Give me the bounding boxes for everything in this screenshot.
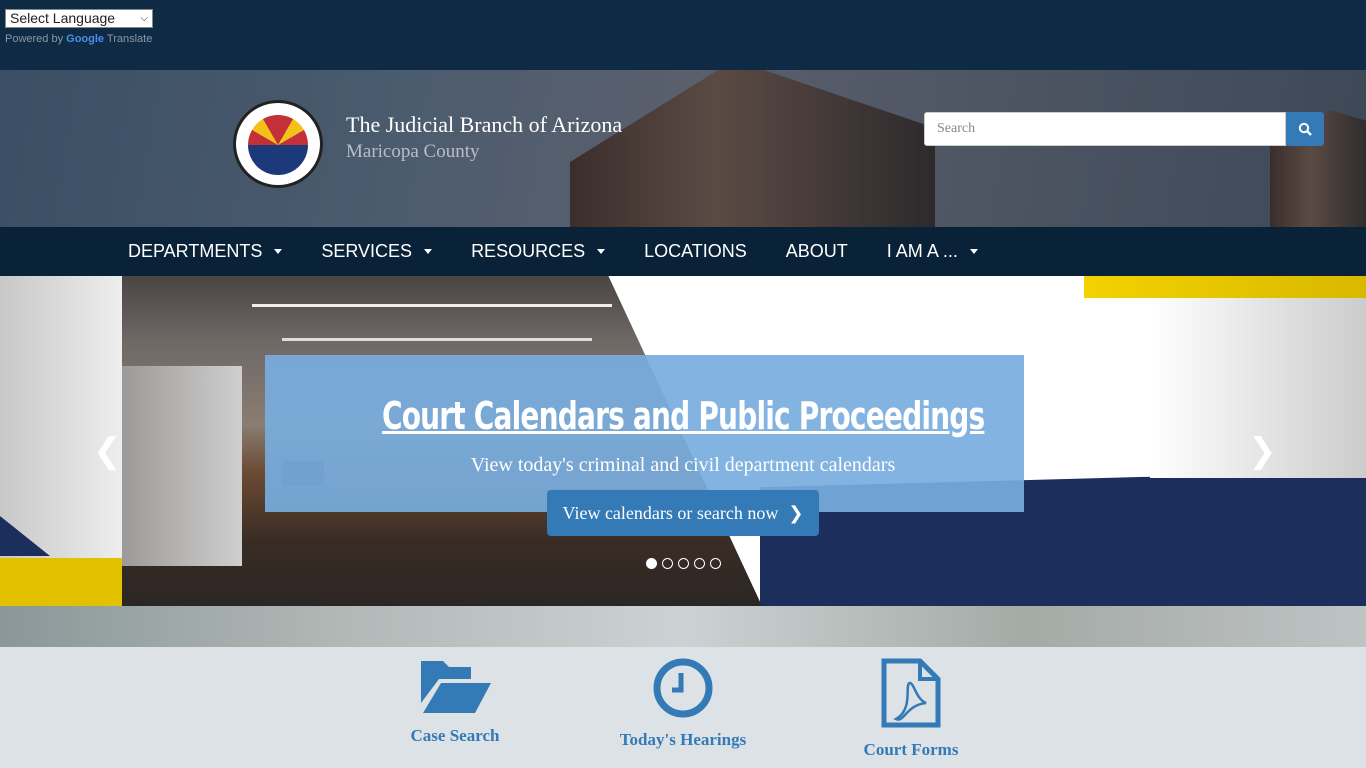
nav-about[interactable]: ABOUT (786, 227, 848, 276)
nav-label: LOCATIONS (644, 241, 747, 261)
language-select[interactable]: Select Language ⌵ (5, 9, 153, 28)
plaza-photo-strip (0, 606, 1366, 647)
header-banner (0, 70, 1366, 227)
google-translate-attribution: Powered by Google Translate (5, 33, 152, 45)
nav-services[interactable]: SERVICES (321, 227, 433, 276)
indicator-4[interactable] (694, 558, 705, 569)
quick-link-label: Today's Hearings (619, 730, 747, 749)
nav-locations[interactable]: LOCATIONS (644, 227, 747, 276)
quick-link-case-search[interactable]: Case Search (405, 657, 505, 746)
slide-description: View today's criminal and civil departme… (470, 454, 896, 476)
caret-down-icon (424, 249, 433, 254)
building-image (570, 70, 935, 227)
top-bar: Select Language ⌵ Powered by Google Trans… (0, 0, 1366, 70)
indicator-1[interactable] (646, 558, 657, 569)
carousel-prev-chevron-left-icon[interactable]: ❮ (93, 431, 122, 471)
language-select-label: Select Language (10, 10, 116, 26)
hero-carousel: Court Calendars and Public Proceedings V… (0, 276, 1366, 606)
quick-link-label: Case Search (410, 726, 500, 745)
carousel-indicators (646, 558, 721, 569)
nav-departments[interactable]: DEPARTMENTS (128, 227, 283, 276)
view-calendars-button[interactable]: View calendars or search now ❯ (547, 490, 819, 536)
nav-label: I AM A ... (886, 241, 958, 261)
nav-label: RESOURCES (471, 241, 586, 261)
site-subtitle: Maricopa County (346, 141, 480, 162)
translate-link[interactable]: Translate (107, 33, 152, 45)
indicator-2[interactable] (662, 558, 673, 569)
indicator-5[interactable] (710, 558, 721, 569)
main-nav: DEPARTMENTS SERVICES RESOURCES LOCATIONS… (0, 227, 1366, 276)
nav-i-am-a[interactable]: I AM A ... (887, 227, 978, 276)
search-icon (1298, 122, 1312, 136)
caret-down-icon (969, 249, 978, 254)
chevron-down-icon: ⌵ (140, 13, 148, 24)
caret-down-icon (597, 249, 606, 254)
cta-label: View calendars or search now (562, 502, 779, 523)
indicator-3[interactable] (678, 558, 689, 569)
caret-down-icon (274, 249, 283, 254)
carousel-next-chevron-right-icon[interactable]: ❯ (1248, 431, 1277, 471)
nav-label: ABOUT (785, 241, 848, 261)
clock-icon (653, 658, 713, 718)
search-button[interactable] (1286, 112, 1324, 146)
powered-by: Powered by (5, 33, 64, 45)
quick-link-label: Court Forms (863, 740, 959, 759)
decor-shape (1084, 276, 1366, 298)
google-logo: Google (66, 33, 105, 45)
nav-resources[interactable]: RESOURCES (471, 227, 606, 276)
nav-label: DEPARTMENTS (128, 241, 263, 261)
search-input[interactable]: Search (924, 112, 1286, 146)
pdf-file-icon (881, 658, 941, 728)
court-seal-logo[interactable] (233, 100, 323, 188)
slide-heading-link[interactable]: Court Calendars and Public Proceedings (123, 394, 1243, 438)
quick-link-todays-hearings[interactable]: Today's Hearings (613, 657, 753, 750)
decor-shape (0, 558, 122, 606)
quick-link-court-forms[interactable]: Court Forms (856, 657, 966, 760)
folder-open-icon (421, 661, 491, 713)
chevron-right-icon: ❯ (788, 502, 804, 524)
site-title[interactable]: The Judicial Branch of Arizona (346, 112, 622, 138)
quick-links: Case Search Today's Hearings Court Forms (0, 647, 1366, 768)
nav-label: SERVICES (321, 241, 413, 261)
